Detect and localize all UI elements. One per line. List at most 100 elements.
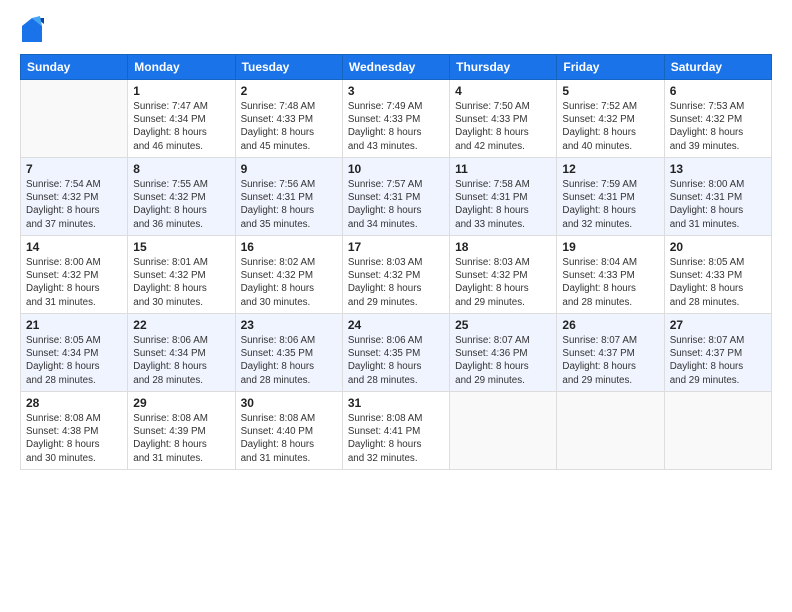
header bbox=[20, 16, 772, 44]
day-number: 28 bbox=[26, 396, 122, 410]
day-cell: 11 Sunrise: 7:58 AM Sunset: 4:31 PM Dayli… bbox=[450, 158, 557, 236]
day-info: Sunrise: 8:00 AM Sunset: 4:31 PM Dayligh… bbox=[670, 178, 766, 231]
day-info: Sunrise: 8:07 AM Sunset: 4:37 PM Dayligh… bbox=[670, 334, 766, 387]
day-cell: 26 Sunrise: 8:07 AM Sunset: 4:37 PM Dayli… bbox=[557, 314, 664, 392]
day-number: 7 bbox=[26, 162, 122, 176]
day-info: Sunrise: 8:02 AM Sunset: 4:32 PM Dayligh… bbox=[241, 256, 337, 309]
day-number: 19 bbox=[562, 240, 658, 254]
day-info: Sunrise: 8:04 AM Sunset: 4:33 PM Dayligh… bbox=[562, 256, 658, 309]
day-number: 21 bbox=[26, 318, 122, 332]
day-number: 17 bbox=[348, 240, 444, 254]
day-cell: 23 Sunrise: 8:06 AM Sunset: 4:35 PM Dayli… bbox=[235, 314, 342, 392]
logo bbox=[20, 16, 48, 44]
day-number: 26 bbox=[562, 318, 658, 332]
calendar-table: SundayMondayTuesdayWednesdayThursdayFrid… bbox=[20, 54, 772, 470]
calendar-header-row: SundayMondayTuesdayWednesdayThursdayFrid… bbox=[21, 55, 772, 80]
day-info: Sunrise: 7:58 AM Sunset: 4:31 PM Dayligh… bbox=[455, 178, 551, 231]
day-info: Sunrise: 7:53 AM Sunset: 4:32 PM Dayligh… bbox=[670, 100, 766, 153]
day-info: Sunrise: 8:05 AM Sunset: 4:34 PM Dayligh… bbox=[26, 334, 122, 387]
day-cell: 3Sunrise: 7:49 AM Sunset: 4:33 PM Daylig… bbox=[342, 80, 449, 158]
day-cell: 10 Sunrise: 7:57 AM Sunset: 4:31 PM Dayli… bbox=[342, 158, 449, 236]
day-cell: 2Sunrise: 7:48 AM Sunset: 4:33 PM Daylig… bbox=[235, 80, 342, 158]
day-cell: 25 Sunrise: 8:07 AM Sunset: 4:36 PM Dayli… bbox=[450, 314, 557, 392]
day-number: 14 bbox=[26, 240, 122, 254]
day-cell: 18 Sunrise: 8:03 AM Sunset: 4:32 PM Dayli… bbox=[450, 236, 557, 314]
day-info: Sunrise: 8:07 AM Sunset: 4:36 PM Dayligh… bbox=[455, 334, 551, 387]
day-info: Sunrise: 7:56 AM Sunset: 4:31 PM Dayligh… bbox=[241, 178, 337, 231]
day-cell: 21 Sunrise: 8:05 AM Sunset: 4:34 PM Dayli… bbox=[21, 314, 128, 392]
week-row-2: 7 Sunrise: 7:54 AM Sunset: 4:32 PM Daylig… bbox=[21, 158, 772, 236]
day-cell: 31Sunrise: 8:08 AM Sunset: 4:41 PM Dayli… bbox=[342, 392, 449, 470]
day-number: 15 bbox=[133, 240, 229, 254]
day-info: Sunrise: 8:03 AM Sunset: 4:32 PM Dayligh… bbox=[348, 256, 444, 309]
day-info: Sunrise: 8:08 AM Sunset: 4:39 PM Dayligh… bbox=[133, 412, 229, 465]
day-cell: 29 Sunrise: 8:08 AM Sunset: 4:39 PM Dayli… bbox=[128, 392, 235, 470]
week-row-1: 1Sunrise: 7:47 AM Sunset: 4:34 PM Daylig… bbox=[21, 80, 772, 158]
day-cell bbox=[557, 392, 664, 470]
day-cell bbox=[664, 392, 771, 470]
header-wednesday: Wednesday bbox=[342, 55, 449, 80]
week-row-3: 14 Sunrise: 8:00 AM Sunset: 4:32 PM Dayli… bbox=[21, 236, 772, 314]
day-number: 20 bbox=[670, 240, 766, 254]
day-info: Sunrise: 7:48 AM Sunset: 4:33 PM Dayligh… bbox=[241, 100, 337, 153]
day-cell: 4Sunrise: 7:50 AM Sunset: 4:33 PM Daylig… bbox=[450, 80, 557, 158]
day-number: 24 bbox=[348, 318, 444, 332]
day-info: Sunrise: 8:06 AM Sunset: 4:34 PM Dayligh… bbox=[133, 334, 229, 387]
day-number: 31 bbox=[348, 396, 444, 410]
week-row-4: 21 Sunrise: 8:05 AM Sunset: 4:34 PM Dayli… bbox=[21, 314, 772, 392]
day-number: 1 bbox=[133, 84, 229, 98]
day-number: 23 bbox=[241, 318, 337, 332]
day-number: 9 bbox=[241, 162, 337, 176]
day-info: Sunrise: 8:01 AM Sunset: 4:32 PM Dayligh… bbox=[133, 256, 229, 309]
day-number: 29 bbox=[133, 396, 229, 410]
day-cell: 12Sunrise: 7:59 AM Sunset: 4:31 PM Dayli… bbox=[557, 158, 664, 236]
day-cell bbox=[21, 80, 128, 158]
day-cell: 9 Sunrise: 7:56 AM Sunset: 4:31 PM Daylig… bbox=[235, 158, 342, 236]
week-row-5: 28Sunrise: 8:08 AM Sunset: 4:38 PM Dayli… bbox=[21, 392, 772, 470]
day-cell: 6 Sunrise: 7:53 AM Sunset: 4:32 PM Daylig… bbox=[664, 80, 771, 158]
day-cell: 19 Sunrise: 8:04 AM Sunset: 4:33 PM Dayli… bbox=[557, 236, 664, 314]
day-number: 27 bbox=[670, 318, 766, 332]
day-cell: 30Sunrise: 8:08 AM Sunset: 4:40 PM Dayli… bbox=[235, 392, 342, 470]
day-cell: 7 Sunrise: 7:54 AM Sunset: 4:32 PM Daylig… bbox=[21, 158, 128, 236]
day-number: 8 bbox=[133, 162, 229, 176]
day-info: Sunrise: 8:07 AM Sunset: 4:37 PM Dayligh… bbox=[562, 334, 658, 387]
header-sunday: Sunday bbox=[21, 55, 128, 80]
day-cell: 15 Sunrise: 8:01 AM Sunset: 4:32 PM Dayli… bbox=[128, 236, 235, 314]
day-cell: 14 Sunrise: 8:00 AM Sunset: 4:32 PM Dayli… bbox=[21, 236, 128, 314]
day-cell: 16 Sunrise: 8:02 AM Sunset: 4:32 PM Dayli… bbox=[235, 236, 342, 314]
day-number: 18 bbox=[455, 240, 551, 254]
page: SundayMondayTuesdayWednesdayThursdayFrid… bbox=[0, 0, 792, 612]
day-cell: 1Sunrise: 7:47 AM Sunset: 4:34 PM Daylig… bbox=[128, 80, 235, 158]
day-number: 25 bbox=[455, 318, 551, 332]
logo-icon bbox=[20, 16, 44, 44]
day-cell: 13 Sunrise: 8:00 AM Sunset: 4:31 PM Dayli… bbox=[664, 158, 771, 236]
day-number: 10 bbox=[348, 162, 444, 176]
day-cell: 17 Sunrise: 8:03 AM Sunset: 4:32 PM Dayli… bbox=[342, 236, 449, 314]
day-info: Sunrise: 7:57 AM Sunset: 4:31 PM Dayligh… bbox=[348, 178, 444, 231]
day-number: 16 bbox=[241, 240, 337, 254]
day-info: Sunrise: 7:54 AM Sunset: 4:32 PM Dayligh… bbox=[26, 178, 122, 231]
day-info: Sunrise: 8:06 AM Sunset: 4:35 PM Dayligh… bbox=[241, 334, 337, 387]
day-number: 5 bbox=[562, 84, 658, 98]
day-info: Sunrise: 7:55 AM Sunset: 4:32 PM Dayligh… bbox=[133, 178, 229, 231]
day-number: 22 bbox=[133, 318, 229, 332]
day-number: 12 bbox=[562, 162, 658, 176]
day-info: Sunrise: 8:03 AM Sunset: 4:32 PM Dayligh… bbox=[455, 256, 551, 309]
day-info: Sunrise: 8:00 AM Sunset: 4:32 PM Dayligh… bbox=[26, 256, 122, 309]
day-info: Sunrise: 7:52 AM Sunset: 4:32 PM Dayligh… bbox=[562, 100, 658, 153]
day-info: Sunrise: 7:50 AM Sunset: 4:33 PM Dayligh… bbox=[455, 100, 551, 153]
day-number: 13 bbox=[670, 162, 766, 176]
day-info: Sunrise: 8:08 AM Sunset: 4:40 PM Dayligh… bbox=[241, 412, 337, 465]
day-cell: 20Sunrise: 8:05 AM Sunset: 4:33 PM Dayli… bbox=[664, 236, 771, 314]
day-cell: 8 Sunrise: 7:55 AM Sunset: 4:32 PM Daylig… bbox=[128, 158, 235, 236]
day-cell: 22 Sunrise: 8:06 AM Sunset: 4:34 PM Dayli… bbox=[128, 314, 235, 392]
header-monday: Monday bbox=[128, 55, 235, 80]
day-number: 11 bbox=[455, 162, 551, 176]
day-info: Sunrise: 8:06 AM Sunset: 4:35 PM Dayligh… bbox=[348, 334, 444, 387]
day-number: 6 bbox=[670, 84, 766, 98]
day-cell bbox=[450, 392, 557, 470]
day-cell: 27 Sunrise: 8:07 AM Sunset: 4:37 PM Dayli… bbox=[664, 314, 771, 392]
day-number: 3 bbox=[348, 84, 444, 98]
day-cell: 5 Sunrise: 7:52 AM Sunset: 4:32 PM Daylig… bbox=[557, 80, 664, 158]
